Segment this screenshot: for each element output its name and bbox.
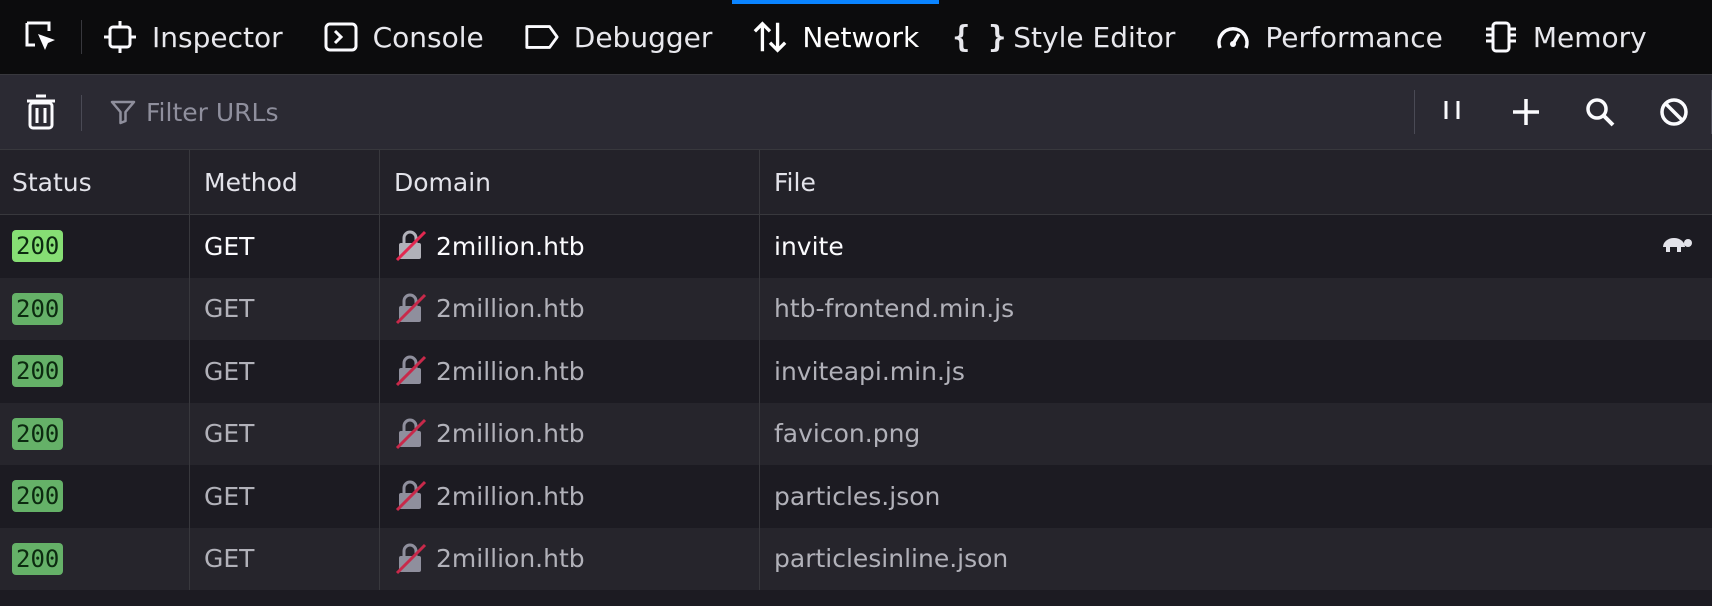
method-cell: GET: [190, 340, 380, 403]
tab-console[interactable]: Console: [303, 0, 504, 74]
tab-label: Network: [802, 20, 920, 54]
devtools-tab-bar: Inspector Console Debugger Network { } S…: [0, 0, 1712, 75]
pause-icon: [1444, 101, 1460, 119]
insecure-lock-icon: [394, 417, 428, 451]
status-cell: 200: [0, 527, 190, 590]
insecure-lock-icon: [394, 229, 428, 263]
tab-label: Inspector: [152, 20, 283, 54]
network-toolbar: [0, 75, 1712, 150]
insecure-lock-icon: [394, 292, 428, 326]
pause-button[interactable]: [1415, 75, 1489, 150]
table-header: Status Method Domain File: [0, 150, 1712, 215]
insecure-lock-icon: [394, 479, 428, 513]
method-cell: GET: [190, 465, 380, 528]
insecure-lock-icon: [394, 542, 428, 576]
tab-network[interactable]: Network: [732, 0, 940, 74]
status-cell: 200: [0, 465, 190, 528]
domain-text: 2million.htb: [436, 231, 585, 261]
add-icon: [1513, 99, 1539, 125]
block-icon: [1660, 98, 1688, 126]
domain-text: 2million.htb: [436, 419, 585, 449]
domain-cell: 2million.htb: [380, 277, 760, 340]
file-cell: favicon.png: [774, 419, 921, 449]
add-request-button[interactable]: [1489, 75, 1563, 150]
slow-request-turtle-icon: [1660, 228, 1696, 264]
tab-label: Style Editor: [1013, 20, 1176, 54]
request-blocking-button[interactable]: [1637, 75, 1711, 150]
domain-cell: 2million.htb: [380, 340, 760, 403]
status-badge: 200: [12, 292, 64, 325]
memory-icon: [1483, 19, 1519, 55]
domain-cell: 2million.htb: [380, 465, 760, 528]
status-cell: 200: [0, 277, 190, 340]
domain-text: 2million.htb: [436, 356, 585, 386]
tab-inspector[interactable]: Inspector: [82, 0, 303, 74]
file-cell: particlesinline.json: [774, 544, 1009, 574]
network-icon: [752, 19, 788, 55]
domain-text: 2million.htb: [436, 481, 585, 511]
status-cell: 200: [0, 215, 190, 278]
search-button[interactable]: [1563, 75, 1637, 150]
table-row[interactable]: 200 GET 2million.htb inviteapi.min.js: [0, 340, 1712, 403]
request-rows: 200 GET 2million.htb invite 200 GET 2mil…: [0, 215, 1712, 590]
method-cell: GET: [190, 215, 380, 278]
toolbar-actions: [1414, 75, 1712, 150]
status-badge: 200: [12, 480, 64, 513]
domain-cell: 2million.htb: [380, 402, 760, 465]
tab-performance[interactable]: Performance: [1195, 0, 1462, 74]
inspector-icon: [102, 19, 138, 55]
tab-label: Memory: [1532, 20, 1647, 54]
tab-label: Debugger: [573, 20, 713, 54]
tab-style-editor[interactable]: { } Style Editor: [939, 0, 1195, 74]
tab-memory[interactable]: Memory: [1463, 0, 1667, 74]
clear-button[interactable]: [0, 75, 82, 150]
method-cell: GET: [190, 277, 380, 340]
file-cell: inviteapi.min.js: [774, 356, 965, 386]
column-header-method[interactable]: Method: [190, 150, 380, 214]
tab-debugger[interactable]: Debugger: [504, 0, 733, 74]
tab-label: Performance: [1265, 20, 1443, 54]
filter-urls-input[interactable]: [144, 96, 748, 128]
domain-cell: 2million.htb: [380, 527, 760, 590]
style-editor-icon: { }: [952, 19, 1007, 55]
status-cell: 200: [0, 402, 190, 465]
method-cell: GET: [190, 527, 380, 590]
file-cell: particles.json: [774, 481, 941, 511]
column-header-status[interactable]: Status: [0, 150, 190, 214]
trash-icon: [27, 94, 55, 130]
domain-text: 2million.htb: [436, 294, 585, 324]
status-badge: 200: [12, 355, 64, 388]
filter-icon: [110, 100, 136, 125]
requests-table: Status Method Domain File 200 GET 2milli…: [0, 150, 1712, 590]
console-icon: [323, 19, 359, 55]
search-icon: [1586, 98, 1615, 127]
filter-urls-box[interactable]: [82, 75, 1414, 150]
status-badge: 200: [12, 542, 64, 575]
status-badge: 200: [12, 230, 64, 263]
table-row[interactable]: 200 GET 2million.htb htb-frontend.min.js: [0, 277, 1712, 340]
column-header-file[interactable]: File: [760, 150, 1712, 214]
table-row[interactable]: 200 GET 2million.htb particles.json: [0, 465, 1712, 528]
file-cell: invite: [760, 215, 1712, 278]
debugger-icon: [524, 19, 560, 55]
table-row[interactable]: 200 GET 2million.htb particlesinline.jso…: [0, 527, 1712, 590]
method-cell: GET: [190, 402, 380, 465]
domain-text: 2million.htb: [436, 544, 585, 574]
devtools-panel: Inspector Console Debugger Network { } S…: [0, 0, 1712, 606]
domain-cell: 2million.htb: [380, 215, 760, 278]
table-row[interactable]: 200 GET 2million.htb invite: [0, 215, 1712, 278]
file-text: invite: [774, 231, 844, 261]
file-cell: htb-frontend.min.js: [774, 294, 1015, 324]
column-header-domain[interactable]: Domain: [380, 150, 760, 214]
status-badge: 200: [12, 417, 64, 450]
element-picker-icon: [25, 21, 55, 50]
performance-icon: [1215, 19, 1251, 55]
status-cell: 200: [0, 340, 190, 403]
table-row[interactable]: 200 GET 2million.htb favicon.png: [0, 402, 1712, 465]
element-picker-button[interactable]: [0, 0, 82, 74]
tab-label: Console: [372, 20, 484, 54]
insecure-lock-icon: [394, 354, 428, 388]
